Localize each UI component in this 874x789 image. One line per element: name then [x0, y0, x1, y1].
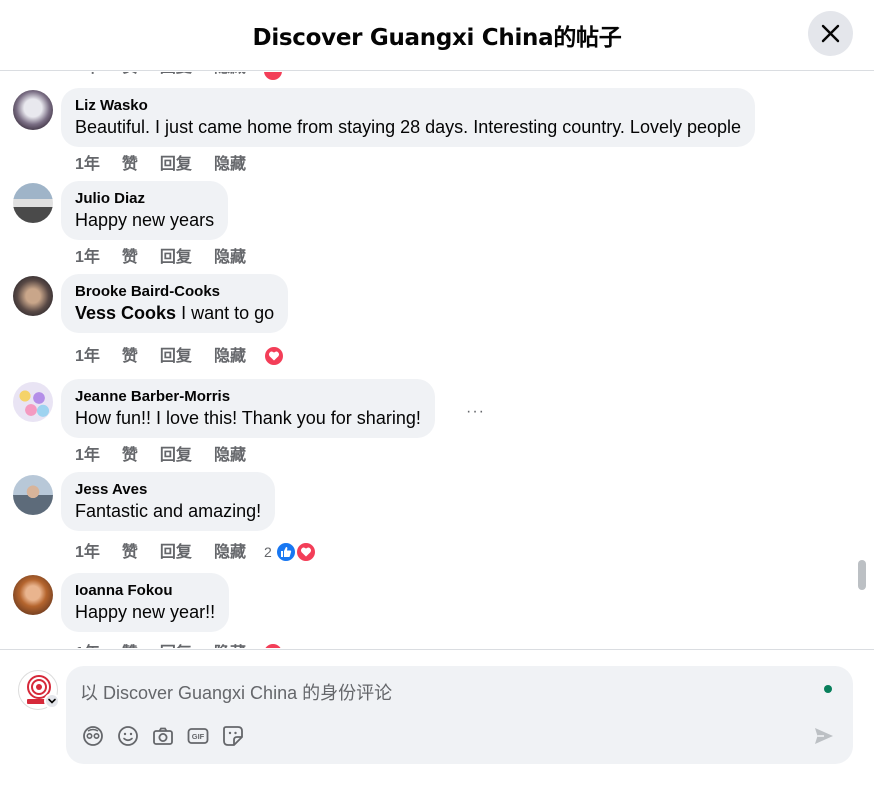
hide-button[interactable]: 隐藏 — [214, 644, 246, 648]
heart-reaction-icon[interactable] — [295, 541, 317, 563]
reply-button[interactable]: 回复 — [160, 347, 192, 367]
comment-time[interactable]: 1年 — [75, 155, 100, 175]
comment-actions: 1年 赞 回复 隐藏 — [75, 248, 268, 268]
comment-text: Beautiful. I just came home from staying… — [75, 117, 742, 137]
comment-time[interactable]: 1年 — [75, 72, 100, 78]
comment-actions: 1年 赞 回复 隐藏 — [75, 644, 268, 648]
like-button[interactable]: 赞 — [122, 644, 138, 648]
comment-bubble: Ioanna Fokou Happy new year!! — [61, 573, 230, 632]
avatar[interactable] — [13, 575, 53, 615]
reply-button[interactable]: 回复 — [160, 72, 192, 78]
comment-author[interactable]: Liz Wasko — [75, 96, 741, 116]
reply-button[interactable]: 回复 — [160, 446, 192, 466]
like-button[interactable]: 赞 — [122, 446, 138, 466]
emoji-icon — [118, 726, 138, 746]
avatar[interactable] — [13, 382, 53, 422]
like-button[interactable]: 赞 — [122, 347, 138, 367]
dialog-title: Discover Guangxi China的帖子 — [252, 25, 622, 51]
comment-actions: 1年 赞 回复 隐藏 — [75, 347, 268, 367]
photo-button[interactable] — [151, 724, 175, 748]
hide-button[interactable]: 隐藏 — [214, 248, 246, 268]
reaction-count[interactable]: 2 — [264, 544, 272, 560]
send-button[interactable] — [812, 724, 836, 748]
comment-author[interactable]: Julio Diaz — [75, 189, 214, 209]
hide-button[interactable]: 隐藏 — [214, 347, 246, 367]
like-button[interactable]: 赞 — [122, 72, 138, 78]
more-options-button[interactable]: ··· — [466, 403, 485, 421]
scrollbar-thumb[interactable] — [858, 560, 866, 590]
comment-actions: 1年 赞 回复 隐藏 — [75, 543, 268, 563]
hide-button[interactable]: 隐藏 — [214, 446, 246, 466]
comment-author[interactable]: Brooke Baird-Cooks — [75, 282, 274, 302]
comment-bubble: Brooke Baird-Cooks Vess Cooks I want to … — [61, 274, 289, 333]
close-button[interactable] — [808, 11, 853, 56]
avatar[interactable] — [13, 276, 53, 316]
comment-text: Happy new years — [75, 210, 215, 230]
dialog-header: Discover Guangxi China的帖子 — [0, 0, 874, 71]
comment-bubble: Julio Diaz Happy new years — [61, 181, 229, 240]
comment-text-body: I want to go — [176, 303, 275, 323]
camera-icon — [153, 727, 173, 745]
comments-feed[interactable]: 1年赞回复隐藏 Liz Wasko Beautiful. I just came… — [0, 72, 874, 648]
svg-text:GIF: GIF — [192, 732, 205, 741]
close-icon — [821, 24, 840, 43]
comment-input[interactable]: 以 Discover Guangxi China 的身份评论 — [80, 679, 392, 705]
hide-button[interactable]: 隐藏 — [214, 155, 246, 175]
reply-button[interactable]: 回复 — [160, 155, 192, 175]
gif-icon: GIF — [187, 728, 209, 744]
send-icon — [815, 728, 833, 744]
comment-actions: 1年 赞 回复 隐藏 — [75, 155, 268, 175]
comment-time[interactable]: 1年 — [75, 248, 100, 268]
comment-author[interactable]: Jess Aves — [75, 480, 261, 500]
reply-button[interactable]: 回复 — [160, 248, 192, 268]
sticker-icon — [223, 726, 243, 746]
comment-text: How fun!! I love this! Thank you for sha… — [75, 408, 421, 428]
avatar-icon — [83, 726, 103, 746]
comment-bubble: Jeanne Barber-Morris How fun!! I love th… — [61, 379, 435, 438]
comment-author[interactable]: Ioanna Fokou — [75, 581, 215, 601]
like-button[interactable]: 赞 — [122, 248, 138, 268]
hide-button[interactable]: 隐藏 — [214, 72, 246, 78]
comment-text: Vess Cooks I want to go — [75, 302, 274, 324]
comment-author[interactable]: Jeanne Barber-Morris — [75, 387, 421, 407]
status-indicator — [824, 685, 832, 693]
comment-text: Fantastic and amazing! — [75, 501, 262, 521]
emoji-button[interactable] — [116, 724, 140, 748]
heart-reaction-icon[interactable] — [262, 642, 284, 648]
sticker-button[interactable] — [221, 724, 245, 748]
avatar[interactable] — [13, 90, 53, 130]
hide-button[interactable]: 隐藏 — [214, 543, 246, 563]
comment-bubble: Liz Wasko Beautiful. I just came home fr… — [61, 88, 756, 147]
gif-button[interactable]: GIF — [186, 724, 210, 748]
comment-time[interactable]: 1年 — [75, 446, 100, 466]
mention-link[interactable]: Vess Cooks — [75, 303, 176, 323]
reply-button[interactable]: 回复 — [160, 543, 192, 563]
comment-time[interactable]: 1年 — [75, 543, 100, 563]
like-reaction-icon[interactable] — [275, 541, 297, 563]
avatar-sticker-button[interactable] — [81, 724, 105, 748]
comment-actions: 1年 赞 回复 隐藏 — [75, 446, 268, 466]
avatar-chevron-icon[interactable] — [44, 693, 60, 709]
heart-reaction-icon[interactable] — [263, 345, 285, 367]
avatar[interactable] — [13, 475, 53, 515]
comment-text: Happy new year!! — [75, 602, 216, 622]
comment-time[interactable]: 1年 — [75, 347, 100, 367]
comment-time[interactable]: 1年 — [75, 644, 100, 648]
comment-bubble: Jess Aves Fantastic and amazing! — [61, 472, 276, 531]
heart-reaction-icon[interactable] — [262, 72, 284, 82]
like-button[interactable]: 赞 — [122, 543, 138, 563]
comment-actions-partial: 1年 赞 回复 隐藏 — [75, 72, 268, 78]
like-button[interactable]: 赞 — [122, 155, 138, 175]
avatar[interactable] — [13, 183, 53, 223]
reply-button[interactable]: 回复 — [160, 644, 192, 648]
